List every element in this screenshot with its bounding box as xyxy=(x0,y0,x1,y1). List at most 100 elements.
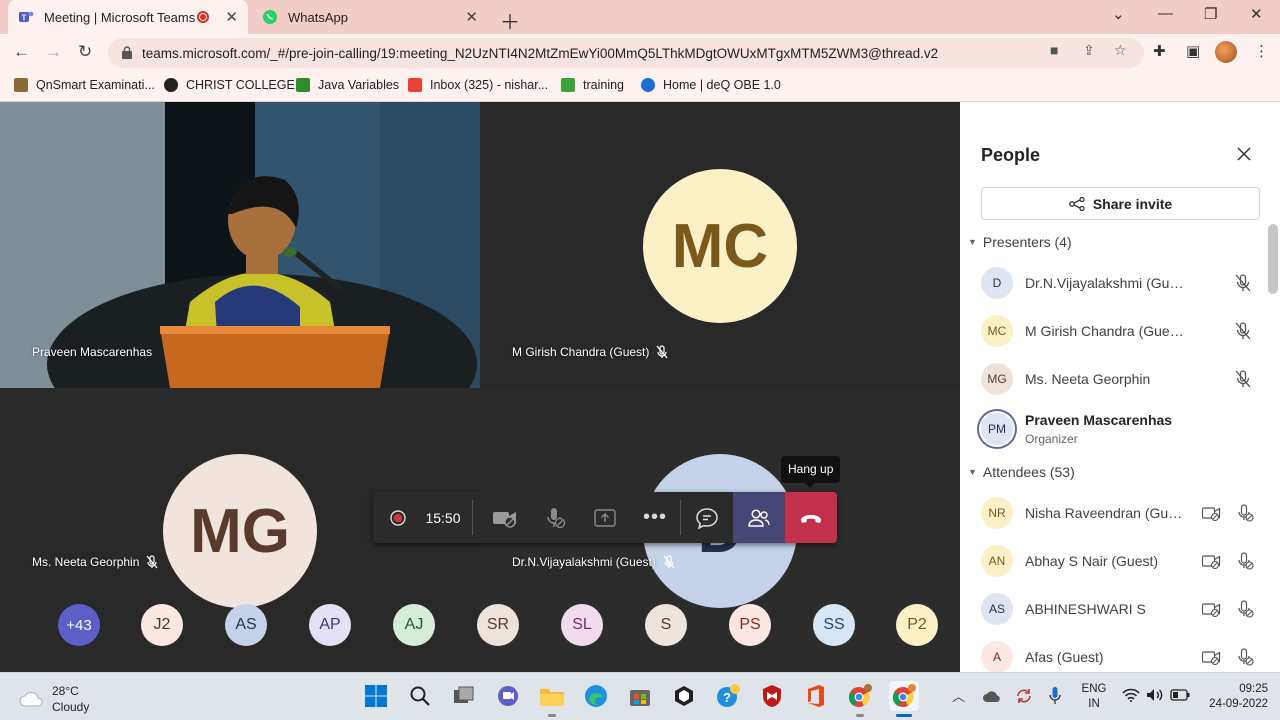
minimize-icon[interactable]: — xyxy=(1158,5,1173,22)
mcafee-button[interactable] xyxy=(757,681,787,711)
tab-whatsapp[interactable]: WhatsApp ✕ xyxy=(252,0,488,34)
windows-taskbar: 28°C Cloudy ? ︿ ENG IN 09:25 24-09-2022 xyxy=(0,672,1280,720)
people-button[interactable] xyxy=(733,492,785,543)
bookmark-training[interactable]: training xyxy=(561,78,624,92)
restore-icon[interactable]: ❐ xyxy=(1204,5,1217,23)
share-screen-button[interactable] xyxy=(579,492,631,543)
participant-avatar[interactable]: P2 xyxy=(896,604,938,646)
new-tab-icon[interactable]: ＋ xyxy=(500,6,520,35)
office-button[interactable] xyxy=(801,681,831,711)
tab-title: Meeting | Microsoft Teams xyxy=(44,9,196,25)
camera-blocked-icon[interactable]: ■ xyxy=(1050,42,1058,58)
sync-icon[interactable] xyxy=(1015,687,1033,705)
close-tab-icon[interactable]: ✕ xyxy=(465,8,478,26)
svg-text:T: T xyxy=(22,14,27,23)
chevron-down-icon: ▼ xyxy=(968,237,977,247)
clock[interactable]: 09:25 24-09-2022 xyxy=(1196,682,1268,712)
participant-avatar[interactable]: PS xyxy=(729,604,771,646)
participant-name: Praveen Mascarenhas xyxy=(32,345,153,359)
attendee-row[interactable]: AS ABHINESHWARI S xyxy=(981,589,1261,629)
task-view-button[interactable] xyxy=(449,681,479,711)
github-button[interactable] xyxy=(669,681,699,711)
teams-chat-button[interactable] xyxy=(493,681,523,711)
wifi-icon[interactable] xyxy=(1122,688,1140,702)
close-tab-icon[interactable]: ✕ xyxy=(225,8,238,26)
chrome-active-button[interactable] xyxy=(889,681,919,711)
back-icon[interactable]: ← xyxy=(13,42,30,62)
avatar: D xyxy=(981,267,1013,299)
participant-avatar[interactable]: J2 xyxy=(141,604,183,646)
call-controls-bar: 15:50 ••• xyxy=(373,492,837,543)
presenter-row[interactable]: MC M Girish Chandra (Guest) xyxy=(981,311,1261,351)
file-explorer-button[interactable] xyxy=(537,681,567,711)
participant-avatar[interactable]: S xyxy=(645,604,687,646)
participant-avatar[interactable]: AJ xyxy=(393,604,435,646)
video-tile-girish[interactable]: MC M Girish Chandra (Guest) xyxy=(480,102,960,388)
forward-icon[interactable]: → xyxy=(45,42,62,62)
bookmark-inbox[interactable]: Inbox (325) - nishar... xyxy=(408,78,548,92)
show-hidden-icons-icon[interactable]: ︿ xyxy=(952,686,965,705)
edge-button[interactable] xyxy=(581,681,611,711)
camera-button[interactable] xyxy=(479,492,531,543)
more-actions-icon[interactable]: ••• xyxy=(629,492,681,543)
reload-icon[interactable]: ↻ xyxy=(78,42,92,62)
browser-toolbar: ← → ↻ teams.microsoft.com/_#/pre-join-ca… xyxy=(0,34,1280,72)
store-button[interactable] xyxy=(625,681,655,711)
onedrive-icon[interactable] xyxy=(982,689,1002,703)
attendee-row[interactable]: AN Abhay S Nair (Guest) xyxy=(981,541,1261,581)
share-icon[interactable]: ⇪ xyxy=(1083,42,1095,59)
attendee-row[interactable]: NR Nisha Raveendran (Gue... xyxy=(981,493,1261,533)
training-icon xyxy=(561,78,575,92)
people-panel-scrollbar[interactable] xyxy=(1268,224,1278,294)
bookmark-christ-college[interactable]: CHRIST COLLEGE xyxy=(164,78,295,92)
tab-teams-meeting[interactable]: T Meeting | Microsoft Teams ✕ xyxy=(8,0,248,34)
lock-icon xyxy=(122,46,132,59)
help-button[interactable]: ? xyxy=(713,681,743,711)
mic-muted-icon xyxy=(146,555,158,569)
folder-icon xyxy=(540,689,564,706)
close-window-icon[interactable]: ✕ xyxy=(1250,5,1263,23)
profile-avatar[interactable] xyxy=(1215,41,1237,63)
participant-name: Abhay S Nair (Guest) xyxy=(1025,553,1159,569)
attendees-section-header[interactable]: ▼ Attendees (53) xyxy=(968,464,1075,480)
bookmark-star-icon[interactable]: ☆ xyxy=(1114,42,1127,59)
participant-name: Dr.N.Vijayalakshmi (Guest) xyxy=(1025,275,1185,291)
chat-button[interactable] xyxy=(681,492,733,543)
share-invite-button[interactable]: Share invite xyxy=(981,187,1260,220)
participant-avatar[interactable]: SR xyxy=(477,604,519,646)
gmail-icon xyxy=(408,78,422,92)
address-bar[interactable]: teams.microsoft.com/_#/pre-join-calling/… xyxy=(108,38,1144,68)
more-participants-button[interactable]: +43 xyxy=(58,604,100,646)
hang-up-button[interactable] xyxy=(785,492,837,543)
start-button[interactable] xyxy=(361,681,391,711)
mic-button[interactable] xyxy=(529,492,581,543)
participant-avatar[interactable]: SS xyxy=(813,604,855,646)
participant-avatar[interactable]: AP xyxy=(309,604,351,646)
microphone-icon[interactable] xyxy=(1048,686,1062,706)
presenters-section-header[interactable]: ▼ Presenters (4) xyxy=(968,234,1072,250)
weather-widget[interactable]: 28°C Cloudy xyxy=(18,683,89,715)
bookmark-java-variables[interactable]: Java Variables xyxy=(296,78,399,92)
language-indicator[interactable]: ENG IN xyxy=(1076,682,1112,712)
participant-avatar[interactable]: SL xyxy=(561,604,603,646)
chrome-profile-button[interactable] xyxy=(845,681,875,711)
bookmark-qnsmart[interactable]: QnSmart Examinati... xyxy=(14,78,155,92)
volume-icon[interactable] xyxy=(1146,688,1164,702)
search-button[interactable] xyxy=(405,681,435,711)
attendee-row[interactable]: A Afas (Guest) xyxy=(981,637,1261,672)
battery-icon[interactable] xyxy=(1170,689,1190,701)
extensions-icon[interactable]: ✚ xyxy=(1153,42,1166,60)
mic-muted-icon xyxy=(663,555,675,569)
side-panel-icon[interactable]: ▣ xyxy=(1186,42,1200,60)
participant-avatar[interactable]: AS xyxy=(225,604,267,646)
presenter-row[interactable]: D Dr.N.Vijayalakshmi (Guest) xyxy=(981,263,1261,303)
tab-title: WhatsApp xyxy=(288,9,348,25)
tab-search-icon[interactable]: ⌄ xyxy=(1112,5,1125,23)
video-tile-praveen[interactable]: Praveen Mascarenhas xyxy=(0,102,480,388)
menu-icon[interactable]: ⋮ xyxy=(1254,42,1269,60)
bookmark-deq-obe[interactable]: Home | deQ OBE 1.0 xyxy=(641,78,781,92)
camera-off-icon xyxy=(1201,603,1221,618)
close-panel-icon[interactable] xyxy=(1237,147,1251,161)
presenter-row[interactable]: PM Praveen Mascarenhas Organizer xyxy=(979,406,1261,452)
presenter-row[interactable]: MG Ms. Neeta Georphin xyxy=(981,359,1261,399)
